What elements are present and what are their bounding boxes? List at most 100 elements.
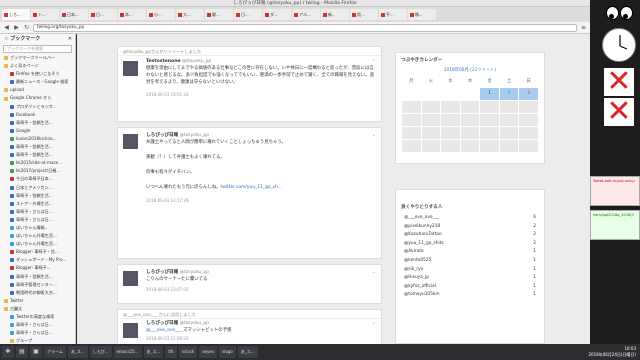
taskbar-item[interactable]: あ_ス... [143, 346, 164, 358]
bookmark-item[interactable]: 車椅子・さらば日... [0, 329, 75, 337]
contact-row[interactable]: @kyfoz_official 1 [396, 283, 544, 292]
contact-name[interactable]: @tomoyu105km [404, 291, 440, 300]
contact-name[interactable]: @KazuharuTattoo [404, 231, 442, 240]
bookmark-item[interactable]: kuroni2018kichiro... [0, 135, 75, 143]
bookmark-item[interactable]: ほいちゃん外場生活... [0, 240, 75, 248]
tweet-date[interactable]: 2018-06-03 10:17:29 [146, 197, 375, 204]
bookmark-item[interactable]: Firefox を使いこなそう [0, 70, 75, 78]
bookmark-item[interactable]: upload [0, 86, 75, 94]
bookmark-item[interactable]: kk2015/site-at-maze... [0, 159, 75, 167]
calendar-day[interactable]: 1 [480, 88, 499, 100]
user-name[interactable]: Testostenone [146, 59, 181, 64]
browser-tab[interactable]: 日... [234, 9, 262, 20]
browser-tab[interactable]: 日本... [60, 9, 88, 20]
bookmark-search-input[interactable]: ブックマークを検索 [3, 45, 72, 53]
bookmark-item[interactable]: 車椅子管理センター... [0, 281, 75, 289]
browser-tab[interactable]: 最... [205, 9, 233, 20]
browser-tab[interactable]: 大... [176, 9, 204, 20]
contact-row[interactable]: @Hisuya_jp 1 [396, 274, 544, 283]
contact-name[interactable]: @___ovo_ovo___ [404, 214, 439, 223]
tweet-link[interactable]: twitter.com/yuu_11_go_sh... [221, 185, 282, 190]
taskbar-item[interactable]: あ_ス... [67, 346, 88, 358]
avatar[interactable] [123, 271, 138, 286]
browser-tab[interactable]: 新.. [321, 9, 349, 20]
bookmark-item[interactable]: Google Chrome から [0, 94, 75, 102]
browser-tab[interactable]: 平... [379, 9, 407, 20]
file-manager-icon[interactable]: ▤ [16, 346, 28, 358]
contact-row[interactable]: @KazuharuTattoo 2 [396, 231, 544, 240]
bookmark-item[interactable]: 古麗太 [0, 305, 75, 313]
bookmark-item[interactable]: ダッシュボード - My Pro... [0, 256, 75, 264]
browser-tab[interactable]: しろ... [2, 9, 30, 20]
tweet-date[interactable]: 2018-06-03 18:01:33 [146, 91, 375, 98]
user-handle[interactable]: @tosyoku_pp [182, 59, 211, 64]
terminal-window[interactable]: twmysql2018a_2018(Y [590, 210, 640, 240]
bookmark-item[interactable]: Blogger: 車椅子・信... [0, 248, 75, 256]
bookmark-item[interactable]: Twitterの高度な検索 [0, 313, 75, 321]
bookmark-item[interactable]: ほいちゃん外場生活... [0, 232, 75, 240]
browser-tab[interactable]: 小... [147, 9, 175, 20]
clock-date[interactable]: 2018年06月24日(日曜日) [589, 352, 636, 358]
user-name[interactable]: しろぴっぴ日報 [146, 321, 178, 326]
contact-name[interactable]: @Hisuya_jp [404, 274, 429, 283]
tweet-date[interactable]: 2018-06-03 21:26:20 [146, 335, 375, 342]
user-handle[interactable]: @tosyoku_pp [180, 270, 209, 275]
bookmark-item[interactable]: 車椅子・信頼生活... [0, 273, 75, 281]
close-icon[interactable]: ✕ [68, 34, 72, 44]
reload-icon[interactable]: ↻ [23, 24, 30, 31]
expand-icon[interactable]: ⌄ [372, 132, 376, 138]
contact-name[interactable]: @yuu_11_go_shits [404, 240, 444, 249]
url-bar[interactable]: twilog.org/tosyoku_pp [33, 23, 577, 32]
calendar-day[interactable]: 2 [499, 88, 519, 100]
contact-row[interactable]: @kenta0525 1 [396, 257, 544, 266]
bookmark-item[interactable]: Blogger: 車椅子... [0, 264, 75, 272]
contact-name[interactable]: @Akirato [404, 248, 424, 257]
user-name[interactable]: しろぴっぴ日報 [146, 270, 178, 275]
bookmark-item[interactable]: 車椅子・信頼生活... [0, 119, 75, 127]
terminal-window[interactable]: Tweet-add-mysql-uniq.r [590, 176, 640, 206]
taskbar-item[interactable]: しろぴ... [89, 346, 112, 358]
bookmark-item[interactable]: よく見るページ [0, 62, 75, 70]
contact-name[interactable]: @kenta0525 [404, 257, 431, 266]
taskbar-item[interactable]: xlogo [218, 346, 236, 358]
taskbar-item[interactable]: アラーム [44, 346, 66, 358]
bookmark-item[interactable]: プロダクトとラジオ... [0, 103, 75, 111]
contact-name[interactable]: @pixelbunny218 [404, 223, 440, 232]
menu-icon[interactable]: ≡ [580, 24, 587, 31]
bookmark-item[interactable]: 最新ニュース - Google 検索 [0, 78, 75, 86]
contact-name[interactable]: @sik_ryo [404, 266, 423, 275]
contact-row[interactable]: @___ovo_ovo___ 6 [396, 214, 544, 223]
expand-icon[interactable]: ⌄ [372, 269, 376, 275]
start-menu-icon[interactable]: ❖ [2, 346, 14, 358]
contact-row[interactable]: @sik_ryo 1 [396, 266, 544, 275]
browser-tab[interactable]: ト... [31, 9, 59, 20]
bookmark-item[interactable]: 車椅子・さらば日... [0, 216, 75, 224]
taskbar-item[interactable]: xclock [178, 346, 198, 358]
back-icon[interactable]: ◀ [3, 24, 10, 31]
avatar[interactable] [123, 134, 138, 149]
taskbar-item[interactable]: あ_ス... [237, 346, 258, 358]
bookmark-item[interactable]: Twitter [0, 297, 75, 305]
bookmark-item[interactable]: グループ [0, 337, 75, 344]
bookmark-item[interactable]: 車椅子・信頼生活... [0, 143, 75, 151]
bookmark-item[interactable]: 今日の車椅子日本... [0, 175, 75, 183]
user-handle[interactable]: @tosyoku_pp [180, 321, 209, 326]
bookmark-item[interactable]: 日本とアメリカン... [0, 184, 75, 192]
user-name[interactable]: しろぴっぴ日報 [146, 133, 178, 138]
forward-icon[interactable]: ▶ [13, 24, 20, 31]
taskbar-item[interactable]: emacs25... [113, 346, 142, 358]
calendar-day[interactable]: 3 [519, 88, 538, 100]
taskbar-item[interactable]: tfk [165, 346, 177, 358]
browser-tab[interactable]: 日... [89, 9, 117, 20]
avatar[interactable] [123, 61, 138, 76]
avatar[interactable] [123, 323, 138, 338]
terminal-icon[interactable]: ▣ [30, 346, 42, 358]
bookmark-item[interactable]: 車椅子・信頼生活... [0, 151, 75, 159]
bookmark-item[interactable]: 戦国時代の御術大名... [0, 289, 75, 297]
browser-tab[interactable]: 本... [118, 9, 146, 20]
bookmark-item[interactable]: ほいちゃん情報... [0, 224, 75, 232]
expand-icon[interactable]: ⌄ [372, 57, 376, 63]
bookmark-item[interactable]: ストア・外場生活... [0, 200, 75, 208]
contact-row[interactable]: @tomoyu105km 1 [396, 291, 544, 300]
browser-tab[interactable]: アル... [292, 9, 320, 20]
